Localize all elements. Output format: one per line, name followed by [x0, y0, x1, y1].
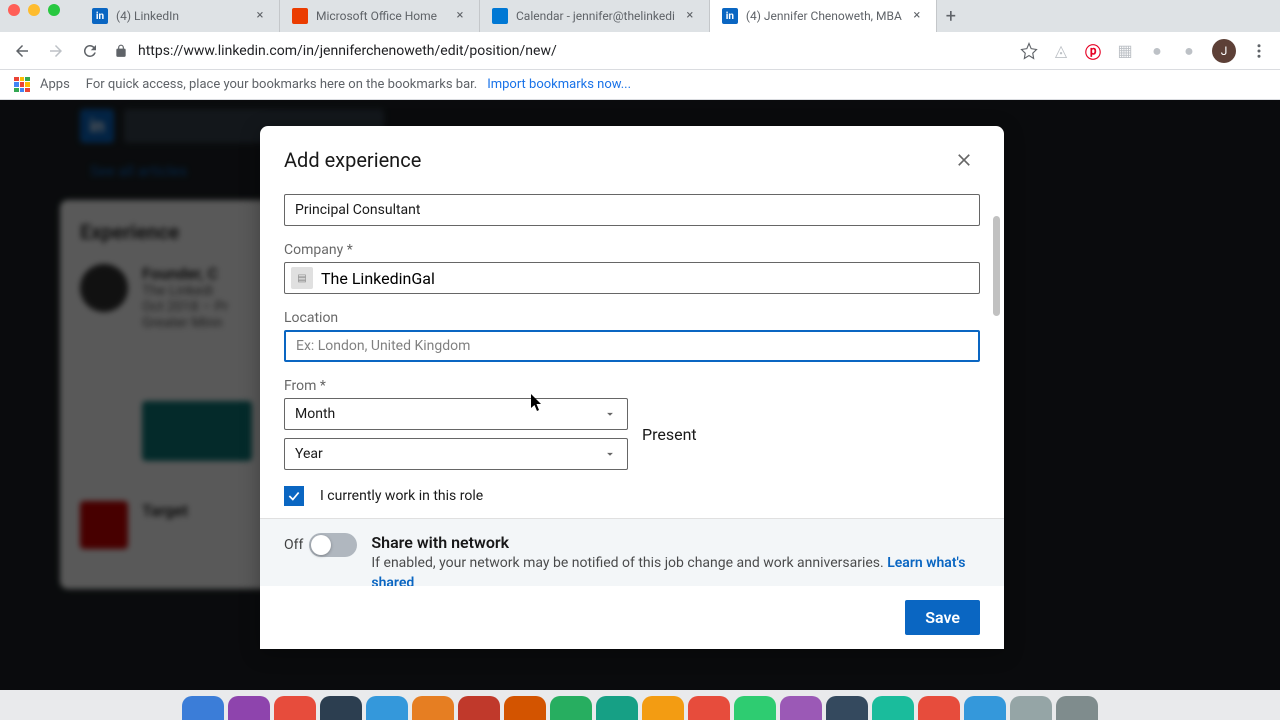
dock-app-icon[interactable]: [964, 696, 1006, 720]
close-tab-icon[interactable]: ×: [910, 9, 924, 23]
apps-label[interactable]: Apps: [40, 77, 70, 92]
dock-app-icon[interactable]: [504, 696, 546, 720]
scrollbar-thumb[interactable]: [993, 216, 1000, 316]
dock-app-icon[interactable]: [780, 696, 822, 720]
share-title: Share with network: [371, 533, 980, 552]
forward-button: [46, 41, 66, 61]
close-window-icon[interactable]: [8, 4, 20, 16]
lock-icon: [114, 44, 128, 58]
current-role-checkbox[interactable]: [284, 486, 304, 506]
dock-app-icon[interactable]: [550, 696, 592, 720]
window-traffic-lights[interactable]: [8, 4, 60, 16]
import-bookmarks-link[interactable]: Import bookmarks now...: [487, 77, 631, 92]
extension-icon[interactable]: ●: [1180, 42, 1198, 60]
browser-tab-bar: in (4) LinkedIn × Microsoft Office Home …: [0, 0, 1280, 32]
menu-icon[interactable]: [1250, 42, 1268, 60]
dock-app-icon[interactable]: [826, 696, 868, 720]
dock-app-icon[interactable]: [366, 696, 408, 720]
share-network-toggle[interactable]: [309, 533, 357, 557]
apps-icon[interactable]: [14, 77, 30, 93]
dock-app-icon[interactable]: [596, 696, 638, 720]
toggle-knob: [311, 535, 331, 555]
chevron-down-icon: [603, 407, 617, 421]
save-button[interactable]: Save: [905, 600, 980, 635]
dock-app-icon[interactable]: [642, 696, 684, 720]
company-label: Company *: [284, 242, 980, 258]
company-input[interactable]: ▤ The LinkedinGal: [284, 262, 980, 294]
close-icon: [954, 150, 974, 170]
from-month-select[interactable]: Month: [284, 398, 628, 430]
close-tab-icon[interactable]: ×: [253, 9, 267, 23]
bookmarks-bar: Apps For quick access, place your bookma…: [0, 70, 1280, 100]
outlook-favicon-icon: [492, 8, 508, 24]
company-placeholder-icon: ▤: [291, 267, 313, 289]
add-experience-modal: Add experience Company * ▤ The LinkedinG…: [260, 126, 1004, 649]
url-field[interactable]: https://www.linkedin.com/in/jenniferchen…: [114, 43, 1006, 59]
dock-app-icon[interactable]: [412, 696, 454, 720]
dock-app-icon[interactable]: [458, 696, 500, 720]
check-icon: [287, 489, 301, 503]
current-role-label: I currently work in this role: [320, 488, 483, 504]
address-bar: https://www.linkedin.com/in/jenniferchen…: [0, 32, 1280, 70]
dock-app-icon[interactable]: [872, 696, 914, 720]
extension-icon[interactable]: ◬: [1052, 42, 1070, 60]
linkedin-favicon-icon: in: [722, 8, 738, 24]
bookmarks-hint: For quick access, place your bookmarks h…: [86, 77, 477, 92]
from-label: From *: [284, 378, 980, 394]
linkedin-favicon-icon: in: [92, 8, 108, 24]
dock-app-icon[interactable]: [918, 696, 960, 720]
dock-app-icon[interactable]: [688, 696, 730, 720]
maximize-window-icon[interactable]: [48, 4, 60, 16]
tab-calendar[interactable]: Calendar - jennifer@thelinkedi ×: [480, 0, 710, 32]
dock: [0, 690, 1280, 720]
company-value: The LinkedinGal: [321, 269, 435, 288]
modal-title: Add experience: [284, 148, 421, 172]
share-description: If enabled, your network may be notified…: [371, 554, 980, 586]
new-tab-button[interactable]: +: [937, 6, 965, 27]
dock-app-icon[interactable]: [734, 696, 776, 720]
dock-app-icon[interactable]: [1010, 696, 1052, 720]
tab-title: (4) LinkedIn: [116, 9, 245, 23]
back-button[interactable]: [12, 41, 32, 61]
toggle-state-label: Off: [284, 537, 303, 553]
tab-title: (4) Jennifer Chenoweth, MBA: [746, 9, 902, 23]
tab-title: Calendar - jennifer@thelinkedi: [516, 9, 675, 23]
tab-linkedin[interactable]: in (4) LinkedIn ×: [80, 0, 280, 32]
dock-app-icon[interactable]: [182, 696, 224, 720]
star-icon[interactable]: [1020, 42, 1038, 60]
close-modal-button[interactable]: [948, 144, 980, 176]
close-tab-icon[interactable]: ×: [683, 9, 697, 23]
location-label: Location: [284, 310, 980, 326]
extension-icon[interactable]: ▦: [1116, 42, 1134, 60]
title-input[interactable]: [284, 194, 980, 226]
location-input[interactable]: [284, 330, 980, 362]
present-label: Present: [642, 425, 697, 444]
from-year-select[interactable]: Year: [284, 438, 628, 470]
dock-app-icon[interactable]: [1056, 696, 1098, 720]
tab-title: Microsoft Office Home: [316, 9, 445, 23]
url-text: https://www.linkedin.com/in/jenniferchen…: [138, 43, 557, 59]
dock-app-icon[interactable]: [274, 696, 316, 720]
chevron-down-icon: [603, 447, 617, 461]
year-placeholder: Year: [295, 446, 323, 462]
pinterest-icon[interactable]: ⓟ: [1084, 42, 1102, 60]
reload-button[interactable]: [80, 41, 100, 61]
dock-app-icon[interactable]: [320, 696, 362, 720]
office-favicon-icon: [292, 8, 308, 24]
profile-avatar[interactable]: J: [1212, 39, 1236, 63]
month-placeholder: Month: [295, 406, 335, 422]
dock-app-icon[interactable]: [228, 696, 270, 720]
extension-icon[interactable]: ●: [1148, 42, 1166, 60]
close-tab-icon[interactable]: ×: [453, 9, 467, 23]
tab-office[interactable]: Microsoft Office Home ×: [280, 0, 480, 32]
minimize-window-icon[interactable]: [28, 4, 40, 16]
tab-profile-edit[interactable]: in (4) Jennifer Chenoweth, MBA ×: [710, 0, 937, 32]
